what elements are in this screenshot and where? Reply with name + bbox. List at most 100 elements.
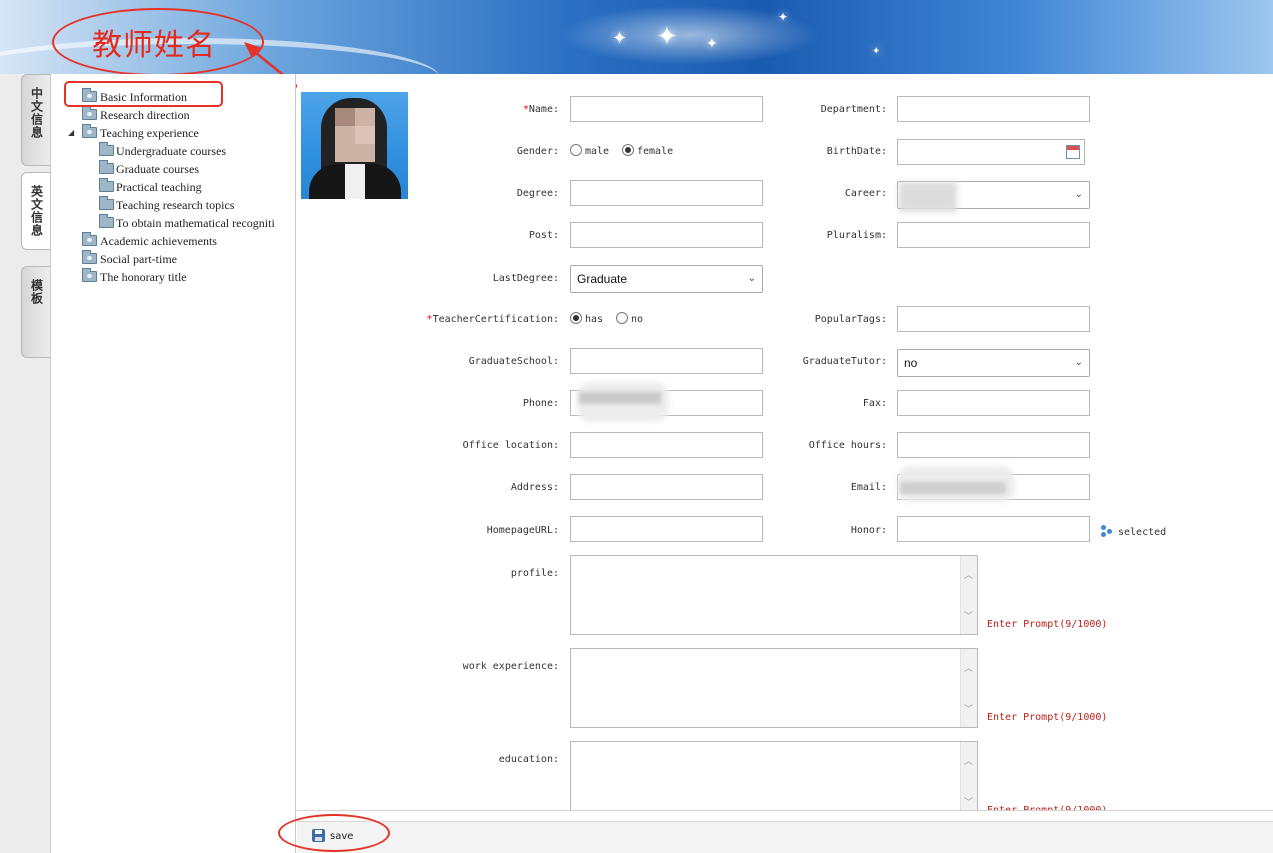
tree-item-practical-teaching[interactable]: Practical teaching bbox=[51, 178, 295, 196]
education-textarea[interactable]: ︿ ﹀ bbox=[570, 741, 978, 810]
tree-item-label: To obtain mathematical recogniti bbox=[116, 216, 275, 230]
teachercert-has-radio[interactable]: has bbox=[570, 312, 603, 325]
scroll-up-icon[interactable]: ︿ bbox=[964, 661, 973, 674]
name-field[interactable] bbox=[570, 96, 763, 122]
post-field[interactable] bbox=[570, 222, 763, 248]
redacted-blur bbox=[899, 182, 957, 212]
chevron-down-icon: ⌄ bbox=[747, 273, 756, 284]
graduatetutor-value: no bbox=[904, 356, 918, 370]
lastdegree-value: Graduate bbox=[577, 272, 628, 286]
scroll-down-icon[interactable]: ﹀ bbox=[964, 702, 973, 715]
graduateschool-field[interactable] bbox=[570, 348, 763, 374]
department-field[interactable] bbox=[897, 96, 1090, 122]
workexp-textarea[interactable]: ︿ ﹀ bbox=[570, 648, 978, 728]
teacher-photo[interactable] bbox=[301, 92, 408, 199]
honor-selected-link[interactable]: selected bbox=[1101, 525, 1166, 538]
book-folder-icon bbox=[82, 250, 97, 264]
calendar-icon[interactable] bbox=[1066, 145, 1080, 159]
tree-item-label: Academic achievements bbox=[100, 234, 217, 248]
career-label: Career: bbox=[844, 188, 887, 199]
star-icon: ✦ bbox=[872, 46, 881, 57]
graduateschool-label: GraduateSchool: bbox=[468, 356, 559, 367]
pluralism-field[interactable] bbox=[897, 222, 1090, 248]
officelocation-field[interactable] bbox=[570, 432, 763, 458]
degree-label: Degree: bbox=[516, 188, 559, 199]
share-icon bbox=[1101, 525, 1113, 537]
workexp-label: work experience: bbox=[462, 661, 559, 672]
post-label: Post: bbox=[528, 230, 559, 241]
gender-male-radio[interactable]: male bbox=[570, 144, 609, 157]
expand-triangle-icon[interactable]: ◢ bbox=[68, 124, 74, 142]
teachercert-label: *TeacherCertification: bbox=[426, 314, 559, 325]
folder-icon bbox=[99, 196, 114, 210]
profile-textarea[interactable]: ︿ ﹀ bbox=[570, 555, 978, 635]
scroll-up-icon[interactable]: ︿ bbox=[964, 568, 973, 581]
annotation-rect-basic-info bbox=[64, 81, 223, 107]
scroll-down-icon[interactable]: ﹀ bbox=[964, 609, 973, 622]
star-icon: ✦ bbox=[778, 10, 789, 24]
folder-icon bbox=[99, 160, 114, 174]
annotation-ellipse-name bbox=[52, 8, 264, 76]
tree-item-undergraduate-courses[interactable]: Undergraduate courses bbox=[51, 142, 295, 160]
gender-label: Gender: bbox=[516, 146, 559, 157]
radio-circle-icon bbox=[616, 312, 628, 324]
tree-item-social-part-time[interactable]: Social part-time bbox=[51, 250, 295, 268]
tab-chinese-info[interactable]: 中文信息 bbox=[21, 74, 50, 166]
pluralism-label: Pluralism: bbox=[826, 230, 887, 241]
tree-item-teaching-experience[interactable]: ◢ Teaching experience bbox=[51, 124, 295, 142]
tree-item-graduate-courses[interactable]: Graduate courses bbox=[51, 160, 295, 178]
tree-item-honorary-title[interactable]: The honorary title bbox=[51, 268, 295, 286]
gender-female-radio[interactable]: female bbox=[622, 144, 673, 157]
populartags-field[interactable] bbox=[897, 306, 1090, 332]
star-icon: ✦ bbox=[612, 28, 628, 49]
officehours-field[interactable] bbox=[897, 432, 1090, 458]
tree-item-teaching-research-topics[interactable]: Teaching research topics bbox=[51, 196, 295, 214]
folder-icon bbox=[99, 178, 114, 192]
tab-label: 英文信息 bbox=[29, 185, 44, 237]
radio-circle-icon bbox=[570, 144, 582, 156]
tree-item-academic-achievements[interactable]: Academic achievements bbox=[51, 232, 295, 250]
navigation-tree: Basic Information Research direction ◢ T… bbox=[51, 74, 296, 853]
scrollbar[interactable]: ︿ ﹀ bbox=[960, 742, 977, 810]
profile-prompt-counter: Enter Prompt(9/1000) bbox=[987, 619, 1108, 630]
scrollbar[interactable]: ︿ ﹀ bbox=[960, 556, 977, 634]
tree-item-research-direction[interactable]: Research direction bbox=[51, 106, 295, 124]
birthdate-label: BirthDate: bbox=[826, 146, 887, 157]
tree-item-label: Teaching research topics bbox=[116, 198, 235, 212]
phone-label: Phone: bbox=[522, 398, 559, 409]
scroll-up-icon[interactable]: ︿ bbox=[964, 754, 973, 767]
book-folder-icon bbox=[82, 268, 97, 282]
fax-field[interactable] bbox=[897, 390, 1090, 416]
tree-item-label: Teaching experience bbox=[100, 126, 199, 140]
lastdegree-label: LastDegree: bbox=[492, 273, 559, 284]
homepage-field[interactable] bbox=[570, 516, 763, 542]
vertical-tab-bar: 中文信息 英文信息 模板 bbox=[0, 74, 51, 853]
tab-label: 中文信息 bbox=[29, 87, 44, 139]
tab-template[interactable]: 模板 bbox=[21, 266, 50, 358]
scroll-down-icon[interactable]: ﹀ bbox=[964, 795, 973, 808]
tab-english-info[interactable]: 英文信息 bbox=[21, 172, 50, 250]
tree-item-label: The honorary title bbox=[100, 270, 187, 284]
workexp-prompt-counter: Enter Prompt(9/1000) bbox=[987, 712, 1108, 723]
scrollbar[interactable]: ︿ ﹀ bbox=[960, 649, 977, 727]
tree-item-label: Social part-time bbox=[100, 252, 177, 266]
address-field[interactable] bbox=[570, 474, 763, 500]
officelocation-label: Office location: bbox=[462, 440, 559, 451]
graduatetutor-select[interactable]: no ⌄ bbox=[897, 349, 1090, 377]
profile-label: profile: bbox=[510, 568, 559, 579]
homepage-label: HomepageURL: bbox=[486, 525, 559, 536]
lastdegree-select[interactable]: Graduate ⌄ bbox=[570, 265, 763, 293]
annotation-ellipse-save bbox=[278, 814, 390, 852]
tree-item-mathematical-recognition[interactable]: To obtain mathematical recogniti bbox=[51, 214, 295, 232]
teachercert-no-radio[interactable]: no bbox=[616, 312, 643, 325]
birthdate-field[interactable] bbox=[897, 139, 1085, 165]
tree-item-label: Research direction bbox=[100, 108, 190, 122]
honor-field[interactable] bbox=[897, 516, 1090, 542]
degree-field[interactable] bbox=[570, 180, 763, 206]
radio-checked-icon bbox=[622, 144, 634, 156]
graduatetutor-label: GraduateTutor: bbox=[802, 356, 887, 367]
star-icon: ✦ bbox=[656, 22, 678, 52]
radio-checked-icon bbox=[570, 312, 582, 324]
education-prompt-counter: Enter Prompt(9/1000) bbox=[987, 805, 1108, 811]
tree-item-label: Undergraduate courses bbox=[116, 144, 227, 158]
